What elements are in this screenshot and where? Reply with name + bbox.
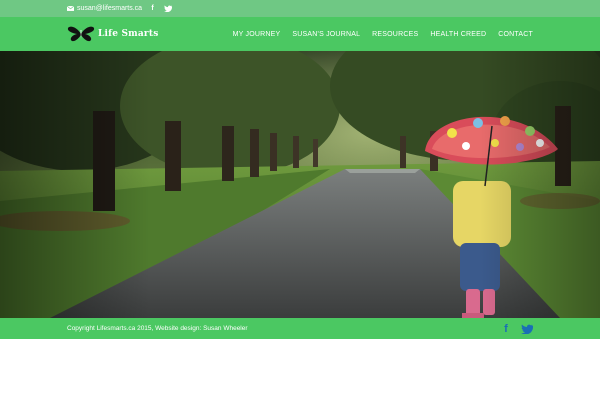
hero-image: [0, 51, 600, 318]
nav-item-my-journey[interactable]: MY JOURNEY: [227, 31, 287, 38]
main-nav: MY JOURNEY SUSAN'S JOURNAL RESOURCES HEA…: [227, 17, 533, 51]
facebook-icon[interactable]: f: [148, 4, 157, 13]
nav-item-susans-journal[interactable]: SUSAN'S JOURNAL: [286, 31, 366, 38]
mail-icon: [67, 6, 74, 11]
twitter-icon[interactable]: [521, 323, 533, 335]
site-footer: Copyright Lifesmarts.ca 2015, Website de…: [0, 318, 600, 339]
logo-text: Life Smarts: [98, 29, 159, 39]
butterfly-logo-icon: [67, 26, 95, 42]
nav-item-health-creed[interactable]: HEALTH CREED: [424, 31, 492, 38]
facebook-icon[interactable]: f: [500, 323, 512, 335]
nav-item-resources[interactable]: RESOURCES: [366, 31, 424, 38]
hero-photo: [0, 51, 600, 318]
copyright-text: Copyright Lifesmarts.ca 2015, Website de…: [67, 325, 248, 332]
site-logo[interactable]: Life Smarts: [67, 25, 159, 43]
email-link[interactable]: susan@lifesmarts.ca: [67, 5, 142, 12]
site-header: Life Smarts MY JOURNEY SUSAN'S JOURNAL R…: [0, 17, 600, 51]
top-bar: susan@lifesmarts.ca f: [0, 0, 600, 17]
footer-socials: f: [500, 318, 533, 339]
twitter-icon[interactable]: [163, 4, 172, 13]
nav-item-contact[interactable]: CONTACT: [492, 31, 533, 38]
top-bar-inner: susan@lifesmarts.ca f: [67, 0, 172, 17]
email-text: susan@lifesmarts.ca: [77, 5, 143, 12]
